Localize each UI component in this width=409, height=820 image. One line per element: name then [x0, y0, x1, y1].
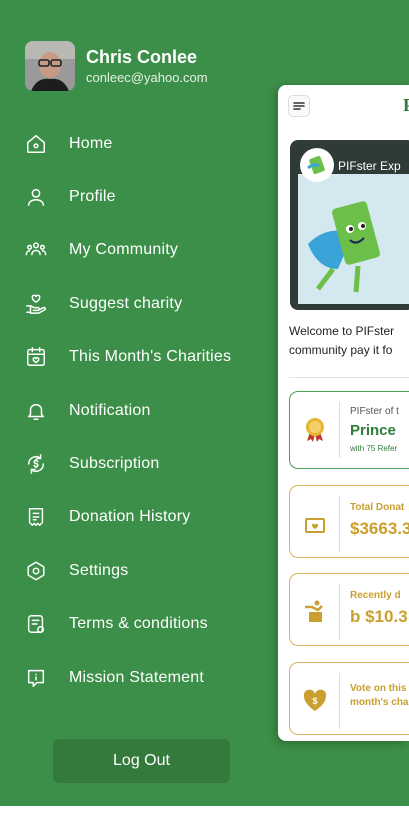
- menu-item-mission-statement[interactable]: Mission Statement: [25, 651, 265, 704]
- home-icon: [25, 133, 47, 155]
- video-title: PIFster Exp: [338, 159, 401, 173]
- channel-logo-icon: [300, 148, 334, 182]
- info-icon: [25, 667, 47, 689]
- menu-item-settings[interactable]: Settings: [25, 544, 265, 597]
- tile-divider: [339, 584, 340, 640]
- menu-item-label: Mission Statement: [69, 668, 205, 686]
- user-name: Chris Conlee: [86, 47, 198, 67]
- menu-item-label: Terms & conditions: [69, 615, 208, 633]
- menu-item-label: My Community: [69, 241, 179, 259]
- svg-text:$: $: [312, 696, 317, 706]
- vote-charities-tile[interactable]: $ Vote on this month's char: [289, 662, 409, 735]
- user-profile-header[interactable]: Chris Conlee conleec@yahoo.com: [25, 41, 208, 91]
- menu-item-suggest-charity[interactable]: Suggest charity: [25, 277, 265, 330]
- bell-icon: [25, 400, 47, 422]
- main-content-card[interactable]: P PIFster Exp Welcome to PIFster communi…: [278, 85, 409, 741]
- dollar-refresh-icon: [25, 453, 47, 475]
- vote-line-2: month's char: [350, 697, 409, 708]
- tile-divider: [339, 673, 340, 729]
- medal-icon: [306, 418, 324, 442]
- rank-tile[interactable]: PIFster of t Prince with 75 Refer: [289, 391, 409, 469]
- bottom-strip: [0, 806, 409, 820]
- menu-lines-icon: [293, 102, 305, 110]
- menu-item-label: Profile: [69, 188, 116, 206]
- logout-button[interactable]: Log Out: [53, 739, 230, 783]
- menu-item-label: Donation History: [69, 508, 191, 526]
- user-icon: [25, 186, 47, 208]
- community-icon: [25, 239, 47, 261]
- menu-item-my-community[interactable]: My Community: [25, 224, 265, 277]
- recent-donation-caption: Recently d: [350, 590, 401, 601]
- menu-item-subscription[interactable]: Subscription: [25, 437, 265, 490]
- video-thumbnail: [298, 174, 409, 304]
- tile-divider: [339, 402, 340, 458]
- terms-icon: [25, 613, 47, 635]
- menu-item-label: Settings: [69, 561, 129, 579]
- rank-title: Prince: [350, 422, 396, 439]
- menu-item-terms-and-conditions[interactable]: Terms & conditions: [25, 598, 265, 651]
- app-logo: P: [403, 95, 409, 115]
- menu-item-label: Suggest charity: [69, 294, 183, 312]
- drawer-menu: Home Profile My Community Suggest charit…: [25, 117, 265, 704]
- user-email: conleec@yahoo.com: [86, 70, 208, 85]
- menu-item-label: Subscription: [69, 455, 160, 473]
- donation-box-icon: [305, 518, 325, 533]
- tile-divider: [339, 496, 340, 552]
- hand-box-icon: [305, 600, 323, 622]
- divider: [289, 377, 409, 378]
- menu-item-label: This Month's Charities: [69, 348, 232, 366]
- settings-icon: [25, 560, 47, 582]
- menu-item-notification[interactable]: Notification: [25, 384, 265, 437]
- calendar-heart-icon: [25, 346, 47, 368]
- total-donations-caption: Total Donat: [350, 502, 405, 513]
- menu-item-label: Notification: [69, 401, 151, 419]
- vote-line-1: Vote on this: [350, 683, 407, 694]
- intro-video-player[interactable]: PIFster Exp: [290, 140, 409, 310]
- menu-item-this-months-charities[interactable]: This Month's Charities: [25, 331, 265, 384]
- total-donations-amount: $3663.3: [350, 519, 409, 538]
- rank-referrals: with 75 Refer: [350, 444, 398, 453]
- menu-item-profile[interactable]: Profile: [25, 170, 265, 223]
- avatar[interactable]: [25, 41, 75, 91]
- welcome-line-2: community pay it fo: [289, 343, 393, 357]
- welcome-text: Welcome to PIFster community pay it fo: [289, 322, 409, 360]
- menu-item-label: Home: [69, 134, 113, 152]
- menu-toggle-button[interactable]: [288, 95, 310, 117]
- recent-donation-amount: b $10.3: [350, 607, 408, 626]
- hand-heart-icon: [25, 293, 47, 315]
- menu-item-home[interactable]: Home: [25, 117, 265, 170]
- menu-item-donation-history[interactable]: Donation History: [25, 491, 265, 544]
- rank-caption: PIFster of t: [350, 406, 399, 417]
- heart-dollar-icon: $: [303, 689, 327, 711]
- welcome-line-1: Welcome to PIFster: [289, 324, 395, 338]
- receipt-icon: [25, 506, 47, 528]
- total-donations-tile[interactable]: Total Donat $3663.3: [289, 485, 409, 558]
- recent-donation-tile[interactable]: Recently d b $10.3: [289, 573, 409, 646]
